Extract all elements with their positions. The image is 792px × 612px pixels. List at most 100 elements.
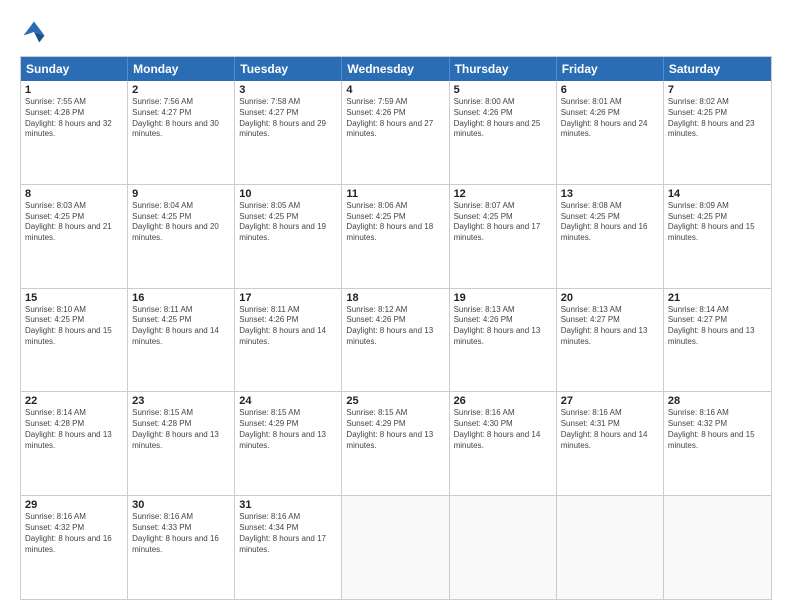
day-number: 24 bbox=[239, 395, 337, 407]
calendar-header-cell: Monday bbox=[128, 57, 235, 81]
calendar-cell: 22Sunrise: 8:14 AMSunset: 4:28 PMDayligh… bbox=[21, 392, 128, 495]
cell-text: Sunrise: 8:02 AMSunset: 4:25 PMDaylight:… bbox=[668, 97, 767, 140]
cell-text: Sunrise: 7:58 AMSunset: 4:27 PMDaylight:… bbox=[239, 97, 337, 140]
calendar-cell: 15Sunrise: 8:10 AMSunset: 4:25 PMDayligh… bbox=[21, 289, 128, 392]
day-number: 10 bbox=[239, 188, 337, 200]
calendar-row: 15Sunrise: 8:10 AMSunset: 4:25 PMDayligh… bbox=[21, 288, 771, 392]
day-number: 8 bbox=[25, 188, 123, 200]
day-number: 15 bbox=[25, 292, 123, 304]
calendar-row: 29Sunrise: 8:16 AMSunset: 4:32 PMDayligh… bbox=[21, 495, 771, 599]
calendar-cell: 2Sunrise: 7:56 AMSunset: 4:27 PMDaylight… bbox=[128, 81, 235, 184]
calendar-header-cell: Thursday bbox=[450, 57, 557, 81]
calendar-cell: 9Sunrise: 8:04 AMSunset: 4:25 PMDaylight… bbox=[128, 185, 235, 288]
cell-text: Sunrise: 8:16 AMSunset: 4:31 PMDaylight:… bbox=[561, 408, 659, 451]
cell-text: Sunrise: 8:13 AMSunset: 4:27 PMDaylight:… bbox=[561, 305, 659, 348]
calendar-cell: 3Sunrise: 7:58 AMSunset: 4:27 PMDaylight… bbox=[235, 81, 342, 184]
cell-text: Sunrise: 8:16 AMSunset: 4:32 PMDaylight:… bbox=[668, 408, 767, 451]
cell-text: Sunrise: 8:14 AMSunset: 4:28 PMDaylight:… bbox=[25, 408, 123, 451]
calendar-cell: 29Sunrise: 8:16 AMSunset: 4:32 PMDayligh… bbox=[21, 496, 128, 599]
calendar-cell: 20Sunrise: 8:13 AMSunset: 4:27 PMDayligh… bbox=[557, 289, 664, 392]
cell-text: Sunrise: 7:55 AMSunset: 4:28 PMDaylight:… bbox=[25, 97, 123, 140]
day-number: 4 bbox=[346, 84, 444, 96]
calendar-cell: 4Sunrise: 7:59 AMSunset: 4:26 PMDaylight… bbox=[342, 81, 449, 184]
day-number: 9 bbox=[132, 188, 230, 200]
day-number: 31 bbox=[239, 499, 337, 511]
logo bbox=[20, 18, 52, 46]
calendar-row: 1Sunrise: 7:55 AMSunset: 4:28 PMDaylight… bbox=[21, 81, 771, 184]
day-number: 27 bbox=[561, 395, 659, 407]
cell-text: Sunrise: 8:16 AMSunset: 4:32 PMDaylight:… bbox=[25, 512, 123, 555]
day-number: 23 bbox=[132, 395, 230, 407]
calendar-cell: 11Sunrise: 8:06 AMSunset: 4:25 PMDayligh… bbox=[342, 185, 449, 288]
calendar-header-cell: Wednesday bbox=[342, 57, 449, 81]
calendar-cell: 8Sunrise: 8:03 AMSunset: 4:25 PMDaylight… bbox=[21, 185, 128, 288]
calendar-cell: 21Sunrise: 8:14 AMSunset: 4:27 PMDayligh… bbox=[664, 289, 771, 392]
calendar-cell: 28Sunrise: 8:16 AMSunset: 4:32 PMDayligh… bbox=[664, 392, 771, 495]
calendar-row: 8Sunrise: 8:03 AMSunset: 4:25 PMDaylight… bbox=[21, 184, 771, 288]
day-number: 1 bbox=[25, 84, 123, 96]
header bbox=[20, 18, 772, 46]
calendar-cell: 17Sunrise: 8:11 AMSunset: 4:26 PMDayligh… bbox=[235, 289, 342, 392]
calendar-cell: 18Sunrise: 8:12 AMSunset: 4:26 PMDayligh… bbox=[342, 289, 449, 392]
cell-text: Sunrise: 8:15 AMSunset: 4:29 PMDaylight:… bbox=[346, 408, 444, 451]
calendar-cell-empty bbox=[342, 496, 449, 599]
calendar-header-cell: Friday bbox=[557, 57, 664, 81]
cell-text: Sunrise: 8:04 AMSunset: 4:25 PMDaylight:… bbox=[132, 201, 230, 244]
calendar: SundayMondayTuesdayWednesdayThursdayFrid… bbox=[20, 56, 772, 600]
day-number: 11 bbox=[346, 188, 444, 200]
calendar-cell: 14Sunrise: 8:09 AMSunset: 4:25 PMDayligh… bbox=[664, 185, 771, 288]
cell-text: Sunrise: 8:09 AMSunset: 4:25 PMDaylight:… bbox=[668, 201, 767, 244]
day-number: 5 bbox=[454, 84, 552, 96]
calendar-cell-empty bbox=[557, 496, 664, 599]
cell-text: Sunrise: 8:15 AMSunset: 4:29 PMDaylight:… bbox=[239, 408, 337, 451]
day-number: 22 bbox=[25, 395, 123, 407]
cell-text: Sunrise: 8:08 AMSunset: 4:25 PMDaylight:… bbox=[561, 201, 659, 244]
cell-text: Sunrise: 8:11 AMSunset: 4:26 PMDaylight:… bbox=[239, 305, 337, 348]
day-number: 21 bbox=[668, 292, 767, 304]
cell-text: Sunrise: 8:03 AMSunset: 4:25 PMDaylight:… bbox=[25, 201, 123, 244]
day-number: 19 bbox=[454, 292, 552, 304]
logo-icon bbox=[20, 18, 48, 46]
day-number: 6 bbox=[561, 84, 659, 96]
day-number: 25 bbox=[346, 395, 444, 407]
day-number: 12 bbox=[454, 188, 552, 200]
cell-text: Sunrise: 8:07 AMSunset: 4:25 PMDaylight:… bbox=[454, 201, 552, 244]
day-number: 17 bbox=[239, 292, 337, 304]
page: SundayMondayTuesdayWednesdayThursdayFrid… bbox=[0, 0, 792, 612]
cell-text: Sunrise: 8:06 AMSunset: 4:25 PMDaylight:… bbox=[346, 201, 444, 244]
day-number: 14 bbox=[668, 188, 767, 200]
calendar-cell: 5Sunrise: 8:00 AMSunset: 4:26 PMDaylight… bbox=[450, 81, 557, 184]
cell-text: Sunrise: 7:59 AMSunset: 4:26 PMDaylight:… bbox=[346, 97, 444, 140]
calendar-header: SundayMondayTuesdayWednesdayThursdayFrid… bbox=[21, 57, 771, 81]
cell-text: Sunrise: 8:00 AMSunset: 4:26 PMDaylight:… bbox=[454, 97, 552, 140]
calendar-row: 22Sunrise: 8:14 AMSunset: 4:28 PMDayligh… bbox=[21, 391, 771, 495]
day-number: 20 bbox=[561, 292, 659, 304]
cell-text: Sunrise: 8:16 AMSunset: 4:30 PMDaylight:… bbox=[454, 408, 552, 451]
calendar-cell: 30Sunrise: 8:16 AMSunset: 4:33 PMDayligh… bbox=[128, 496, 235, 599]
calendar-cell: 31Sunrise: 8:16 AMSunset: 4:34 PMDayligh… bbox=[235, 496, 342, 599]
calendar-cell: 19Sunrise: 8:13 AMSunset: 4:26 PMDayligh… bbox=[450, 289, 557, 392]
calendar-cell-empty bbox=[664, 496, 771, 599]
cell-text: Sunrise: 8:01 AMSunset: 4:26 PMDaylight:… bbox=[561, 97, 659, 140]
calendar-cell: 24Sunrise: 8:15 AMSunset: 4:29 PMDayligh… bbox=[235, 392, 342, 495]
cell-text: Sunrise: 8:16 AMSunset: 4:33 PMDaylight:… bbox=[132, 512, 230, 555]
day-number: 29 bbox=[25, 499, 123, 511]
cell-text: Sunrise: 8:16 AMSunset: 4:34 PMDaylight:… bbox=[239, 512, 337, 555]
calendar-cell: 23Sunrise: 8:15 AMSunset: 4:28 PMDayligh… bbox=[128, 392, 235, 495]
calendar-header-cell: Sunday bbox=[21, 57, 128, 81]
cell-text: Sunrise: 8:13 AMSunset: 4:26 PMDaylight:… bbox=[454, 305, 552, 348]
day-number: 28 bbox=[668, 395, 767, 407]
calendar-cell: 27Sunrise: 8:16 AMSunset: 4:31 PMDayligh… bbox=[557, 392, 664, 495]
day-number: 18 bbox=[346, 292, 444, 304]
calendar-header-cell: Saturday bbox=[664, 57, 771, 81]
calendar-cell: 25Sunrise: 8:15 AMSunset: 4:29 PMDayligh… bbox=[342, 392, 449, 495]
day-number: 3 bbox=[239, 84, 337, 96]
calendar-cell: 1Sunrise: 7:55 AMSunset: 4:28 PMDaylight… bbox=[21, 81, 128, 184]
cell-text: Sunrise: 7:56 AMSunset: 4:27 PMDaylight:… bbox=[132, 97, 230, 140]
calendar-body: 1Sunrise: 7:55 AMSunset: 4:28 PMDaylight… bbox=[21, 81, 771, 599]
calendar-cell: 10Sunrise: 8:05 AMSunset: 4:25 PMDayligh… bbox=[235, 185, 342, 288]
day-number: 2 bbox=[132, 84, 230, 96]
day-number: 13 bbox=[561, 188, 659, 200]
cell-text: Sunrise: 8:05 AMSunset: 4:25 PMDaylight:… bbox=[239, 201, 337, 244]
cell-text: Sunrise: 8:11 AMSunset: 4:25 PMDaylight:… bbox=[132, 305, 230, 348]
